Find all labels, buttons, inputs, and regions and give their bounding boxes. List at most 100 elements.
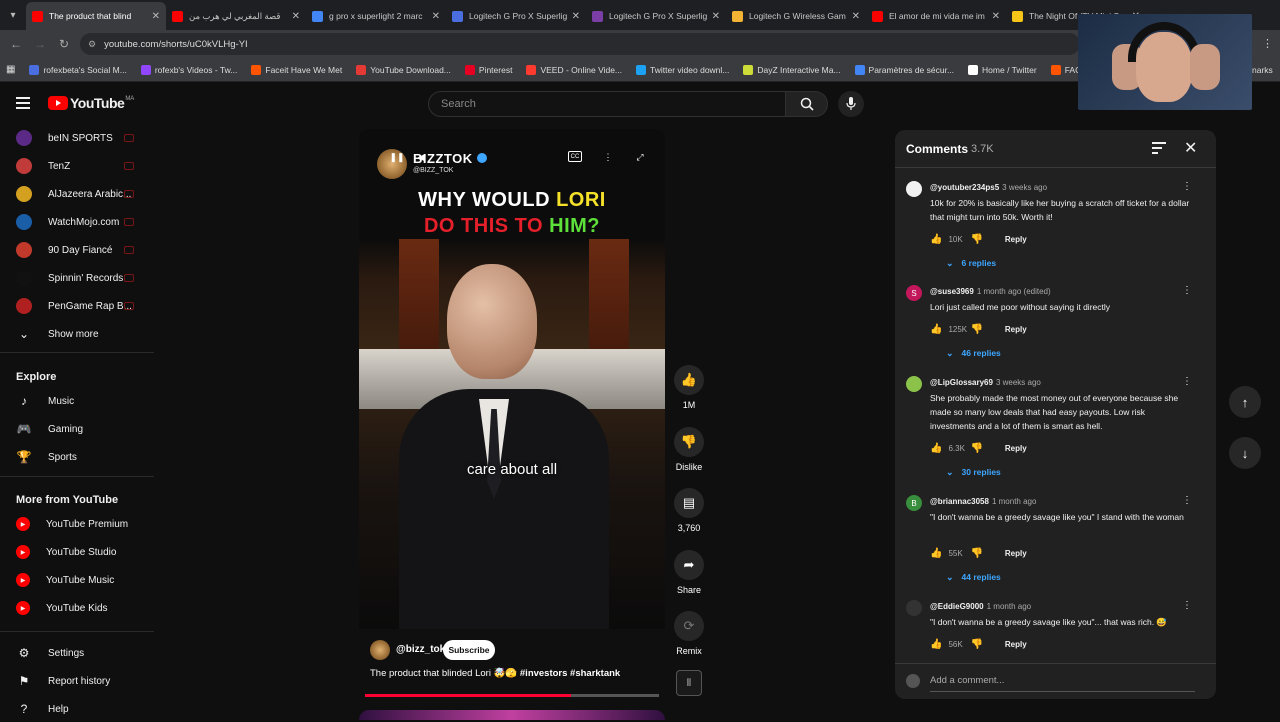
browser-menu-icon[interactable]: ⋮: [1262, 37, 1273, 50]
thumbs-up-icon[interactable]: 👍: [930, 548, 942, 559]
commenter-avatar[interactable]: [906, 376, 922, 392]
reply-button[interactable]: Reply: [1005, 444, 1027, 453]
sidebar-bottom-item[interactable]: ? Help: [0, 696, 154, 722]
progress-bar[interactable]: [365, 694, 659, 697]
comment-menu-icon[interactable]: ⋮: [1182, 376, 1192, 387]
browser-tab[interactable]: The product that blind ✕: [26, 2, 166, 30]
more-options-icon[interactable]: ⋮: [600, 149, 616, 165]
browser-tab[interactable]: Logitech G Pro X Superlig ✕: [446, 2, 586, 30]
bookmark-item[interactable]: Paramètres de sécur...: [854, 64, 954, 75]
comments-button[interactable]: ▤ 3,760: [672, 488, 706, 533]
bookmark-item[interactable]: Faceit Have We Met: [251, 64, 342, 75]
captions-icon[interactable]: CC: [568, 151, 582, 162]
thumbs-up-icon[interactable]: 👍: [930, 443, 942, 454]
view-replies-button[interactable]: ⌄ 44 replies: [946, 570, 1001, 584]
all-bookmarks-link[interactable]: narks: [1252, 65, 1273, 75]
thumbs-down-icon[interactable]: 👎: [970, 234, 982, 245]
sidebar-subscription-item[interactable]: WatchMojo.com: [0, 209, 154, 235]
channel-name[interactable]: @bizz_tok: [396, 644, 445, 655]
thumbs-up-icon[interactable]: 👍: [930, 234, 942, 245]
tab-close-icon[interactable]: ✕: [152, 11, 160, 22]
view-replies-button[interactable]: ⌄ 6 replies: [946, 256, 996, 270]
add-comment-box[interactable]: Add a comment...: [895, 663, 1216, 699]
sidebar-more-item[interactable]: ▶ YouTube Kids: [0, 595, 154, 621]
sidebar-bottom-item[interactable]: ⚙ Settings: [0, 640, 154, 666]
thumbs-down-icon[interactable]: 👎: [970, 639, 982, 650]
tab-close-icon[interactable]: ✕: [992, 11, 1000, 22]
guide-menu-icon[interactable]: [16, 97, 30, 109]
like-button[interactable]: 👍 1M: [672, 365, 706, 410]
show-more-button[interactable]: ⌄ Show more: [0, 321, 154, 347]
commenter-avatar[interactable]: [906, 600, 922, 616]
thumbs-down-icon[interactable]: 👎: [970, 324, 982, 335]
sidebar-subscription-item[interactable]: beIN SPORTS: [0, 125, 154, 151]
comment-menu-icon[interactable]: ⋮: [1182, 600, 1192, 611]
previous-short-button[interactable]: ↑: [1229, 386, 1261, 418]
thumbs-down-icon[interactable]: 👎: [970, 548, 982, 559]
browser-tab[interactable]: Logitech G Pro X Superlig ✕: [586, 2, 726, 30]
fullscreen-icon[interactable]: ⤢: [632, 149, 648, 165]
thumbs-up-icon[interactable]: 👍: [930, 639, 942, 650]
sound-thumbnail[interactable]: ⦀: [676, 670, 702, 696]
comment-time[interactable]: 3 weeks ago: [996, 378, 1041, 387]
commenter-avatar[interactable]: [906, 181, 922, 197]
view-replies-button[interactable]: ⌄ 30 replies: [946, 465, 1001, 479]
bookmark-item[interactable]: DayZ Interactive Ma...: [743, 64, 841, 75]
back-icon[interactable]: ←: [4, 37, 28, 51]
tab-search-button[interactable]: ▾: [0, 0, 26, 30]
next-short-preview[interactable]: [359, 710, 665, 720]
short-video-player[interactable]: BIZZTOK @BIZZ_TOK ❚❚ ◀ CC ⋮ ⤢ WHY WOULD …: [359, 129, 665, 629]
pause-icon[interactable]: ❚❚: [389, 149, 405, 165]
bookmark-item[interactable]: YouTube Download...: [356, 64, 451, 75]
bookmark-item[interactable]: rofexbeta's Social M...: [29, 64, 127, 75]
hashtags-link[interactable]: #investors #sharktank: [520, 668, 620, 679]
channel-avatar[interactable]: [370, 640, 390, 660]
search-button[interactable]: [786, 91, 828, 117]
site-info-icon[interactable]: ⚙: [88, 39, 96, 50]
sidebar-more-item[interactable]: ▶ YouTube Premium: [0, 511, 154, 537]
reload-icon[interactable]: ↻: [52, 37, 76, 51]
bookmark-item[interactable]: rofexb's Videos - Tw...: [140, 64, 237, 75]
next-short-button[interactable]: ↓: [1229, 437, 1261, 469]
tab-close-icon[interactable]: ✕: [432, 11, 440, 22]
sidebar-more-item[interactable]: ▶ YouTube Music: [0, 567, 154, 593]
browser-tab[interactable]: Logitech G Wireless Gam ✕: [726, 2, 866, 30]
commenter-avatar[interactable]: S: [906, 285, 922, 301]
browser-tab[interactable]: g pro x superlight 2 marc ✕: [306, 2, 446, 30]
tab-close-icon[interactable]: ✕: [712, 11, 720, 22]
comment-time[interactable]: 3 weeks ago: [1002, 183, 1047, 192]
comment-author[interactable]: @EddieG9000: [930, 602, 984, 611]
sidebar-subscription-item[interactable]: Spinnin' Records: [0, 265, 154, 291]
comment-time[interactable]: 1 month ago (edited): [977, 287, 1051, 296]
bookmark-item[interactable]: Pinterest: [464, 64, 512, 75]
bookmark-item[interactable]: Twitter video downl...: [636, 64, 729, 75]
dislike-button[interactable]: 👎 Dislike: [672, 427, 706, 472]
browser-tab[interactable]: El amor de mi vida me im ✕: [866, 2, 1006, 30]
voice-search-button[interactable]: [838, 91, 864, 117]
comment-author[interactable]: @briannac3058: [930, 497, 989, 506]
thumbs-up-icon[interactable]: 👍: [930, 324, 942, 335]
sidebar-subscription-item[interactable]: TenZ: [0, 153, 154, 179]
remix-button[interactable]: ⟳ Remix: [672, 611, 706, 656]
sidebar-bottom-item[interactable]: ⚑ Report history: [0, 668, 154, 694]
comment-author[interactable]: @youtuber234ps5: [930, 183, 999, 192]
subscribe-button[interactable]: Subscribe: [443, 640, 495, 660]
apps-icon[interactable]: ▦: [6, 64, 15, 75]
view-replies-button[interactable]: ⌄ 46 replies: [946, 346, 1001, 360]
sidebar-subscription-item[interactable]: AlJazeera Arabic...: [0, 181, 154, 207]
tab-close-icon[interactable]: ✕: [852, 11, 860, 22]
sort-icon[interactable]: [1152, 142, 1166, 154]
comment-author[interactable]: @LipGlossary69: [930, 378, 993, 387]
comment-time[interactable]: 1 month ago: [992, 497, 1036, 506]
volume-icon[interactable]: ◀: [413, 149, 429, 165]
comment-time[interactable]: 1 month ago: [987, 602, 1031, 611]
share-button[interactable]: ➦ Share: [672, 550, 706, 595]
tab-close-icon[interactable]: ✕: [292, 11, 300, 22]
comment-author[interactable]: @suse3969: [930, 287, 974, 296]
sidebar-explore-item[interactable]: ♪ Music: [0, 388, 154, 414]
tab-close-icon[interactable]: ✕: [572, 11, 580, 22]
reply-button[interactable]: Reply: [1005, 325, 1027, 334]
commenter-avatar[interactable]: B: [906, 495, 922, 511]
bookmark-item[interactable]: VEED - Online Vide...: [526, 64, 622, 75]
sidebar-more-item[interactable]: ▶ YouTube Studio: [0, 539, 154, 565]
